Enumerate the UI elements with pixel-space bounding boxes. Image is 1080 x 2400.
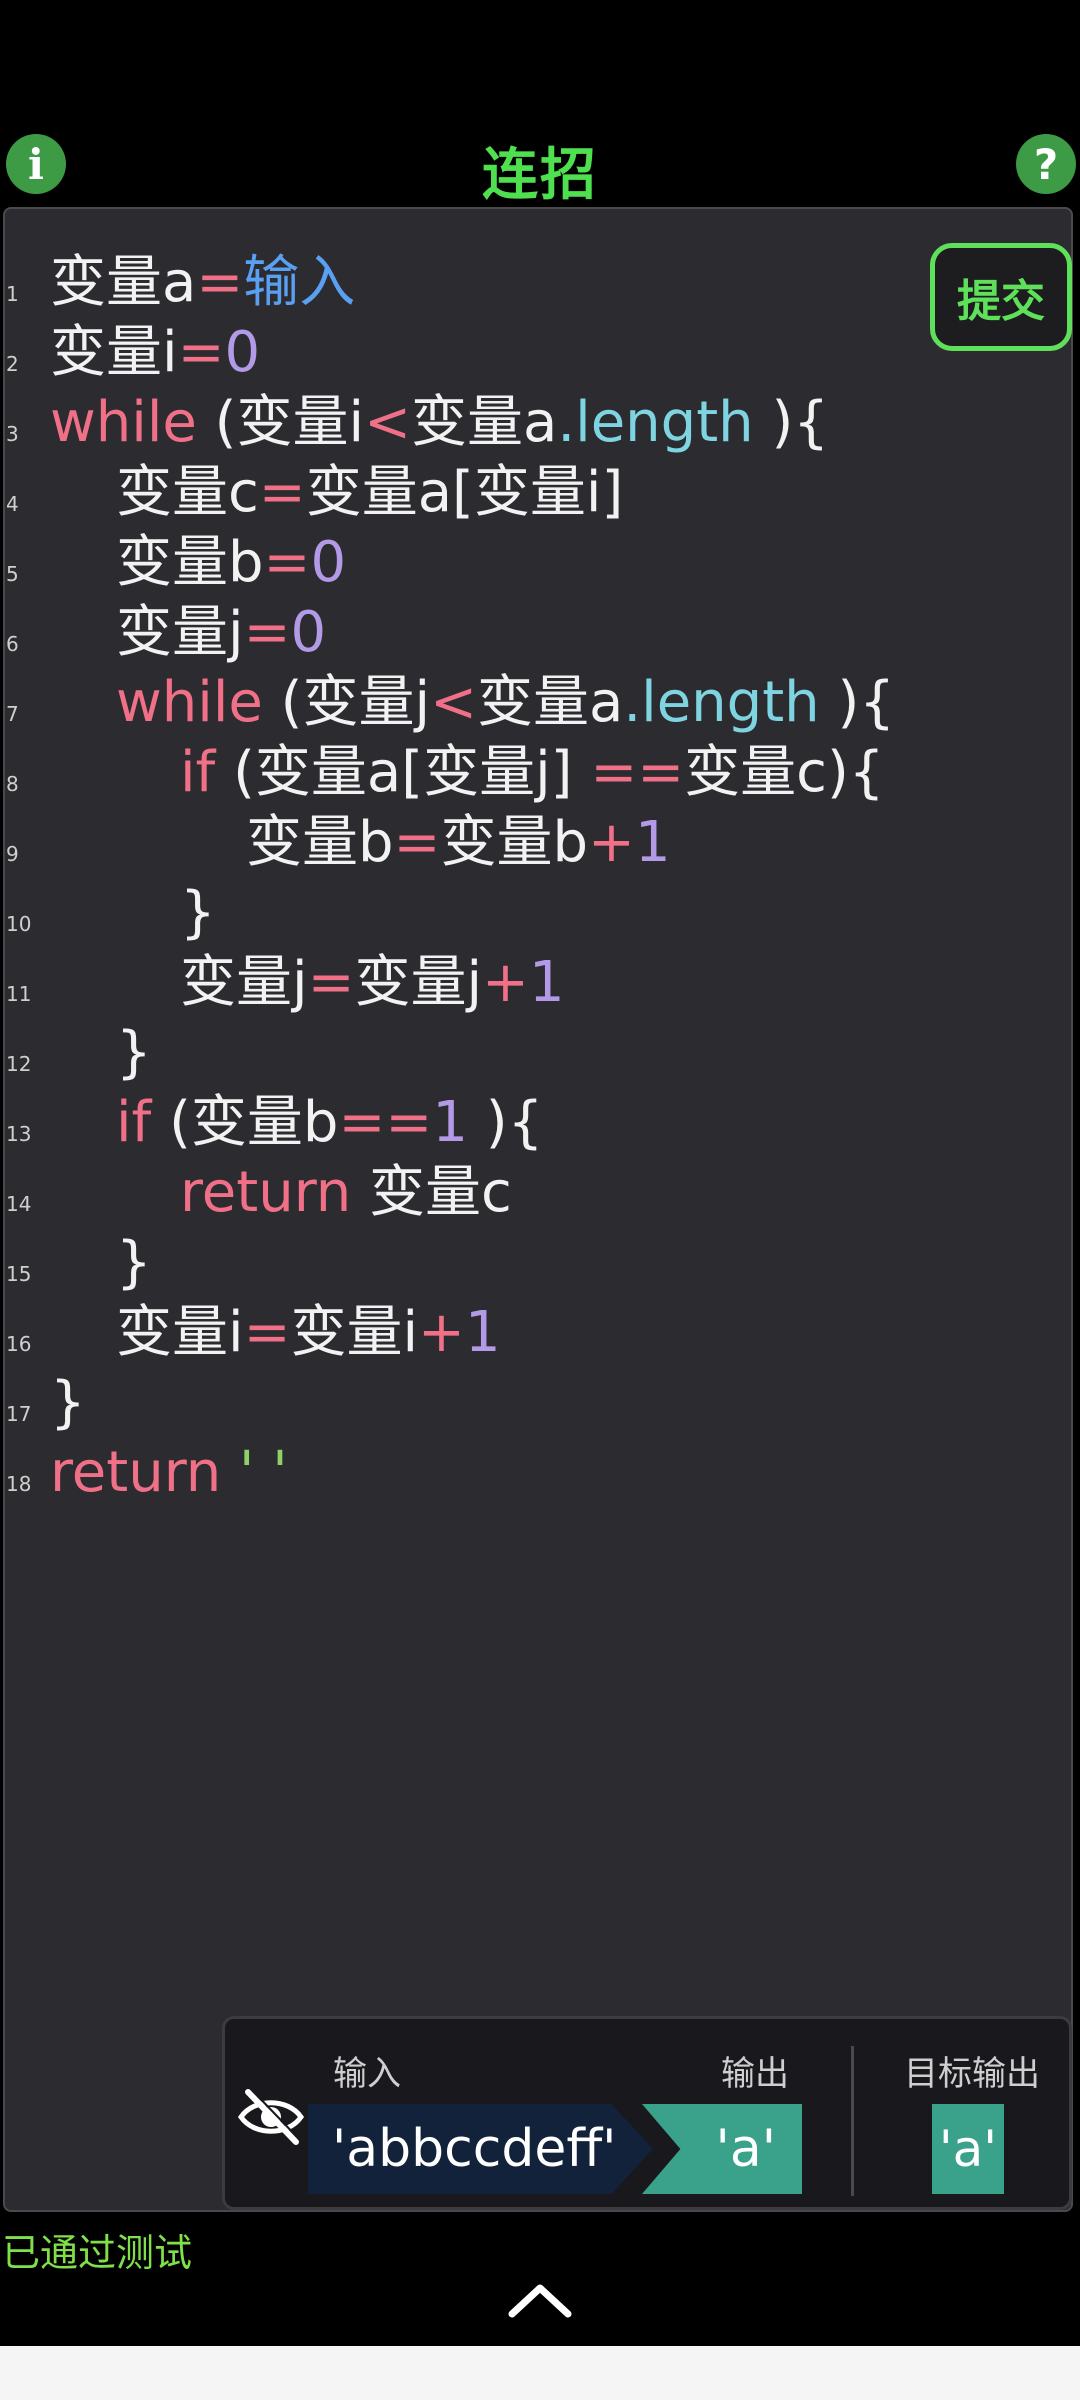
line-number: 4 [6,492,19,516]
code-text: } [50,1370,86,1435]
code-line[interactable]: 7 while (变量j<变量a.length ){ [0,668,900,738]
code-line[interactable]: 13 if (变量b==1 ){ [0,1088,900,1158]
code-line[interactable]: 17 } [0,1368,900,1438]
code-line[interactable]: 10 } [0,878,900,948]
submit-button[interactable]: 提交 [930,243,1072,351]
code-text: 变量b=变量b+1 [246,810,671,875]
code-text: 变量j=变量j+1 [180,950,565,1015]
line-number: 12 [6,1052,32,1076]
line-number: 15 [6,1262,32,1286]
status-text: 已通过测试 [2,2231,193,2275]
code-text: } [116,1230,152,1295]
code-text: 变量j=0 [116,600,327,665]
line-number: 3 [6,422,19,446]
code-text: if (变量b==1 ){ [116,1090,544,1155]
code-line[interactable]: 16 变量i=变量i+1 [0,1298,900,1368]
line-number: 9 [6,842,19,866]
line-number: 18 [6,1472,32,1496]
line-number: 14 [6,1192,32,1216]
system-nav-bar [0,2346,1080,2400]
code-text: } [116,1020,152,1085]
eye-off-icon[interactable] [236,2082,306,2152]
code-text: 变量i=0 [50,320,261,385]
target-output-chip: 'a' [932,2104,1004,2194]
line-number: 2 [6,352,19,376]
page-title: 连招 [482,143,598,208]
target-output-label: 目标输出 [904,2054,1040,2094]
line-number: 11 [6,982,32,1006]
code-line[interactable]: 9 变量b=变量b+1 [0,808,900,878]
code-text: return ' ' [50,1440,288,1505]
help-icon[interactable]: ? [1016,134,1076,194]
line-number: 1 [6,282,19,306]
top-bar: i 连招 ? [0,118,1080,208]
code-line[interactable]: 3 while (变量i<变量a.length ){ [0,388,900,458]
code-line[interactable]: 11 变量j=变量j+1 [0,948,900,1018]
code-line[interactable]: 15 } [0,1228,900,1298]
code-line[interactable]: 6 变量j=0 [0,598,900,668]
output-label: 输出 [721,2054,789,2094]
line-number: 7 [6,702,19,726]
code-text: return 变量c [180,1160,512,1225]
code-text: } [180,880,216,945]
code-line[interactable]: 18 return ' ' [0,1438,900,1508]
code-line[interactable]: 4 变量c=变量a[变量i] [0,458,900,528]
code-line[interactable]: 8 if (变量a[变量j] ==变量c){ [0,738,900,808]
io-divider [851,2046,854,2196]
chevron-up-icon[interactable] [506,2280,574,2320]
code-text: 变量b=0 [116,530,347,595]
line-number: 5 [6,562,19,586]
input-value-chip: 'abbccdeff' [308,2104,653,2194]
code-line[interactable]: 12 } [0,1018,900,1088]
code-text: if (变量a[变量j] ==变量c){ [180,740,885,805]
code-text: while (变量i<变量a.length ){ [50,390,829,455]
code-text: while (变量j<变量a.length ){ [116,670,895,735]
code-line[interactable]: 14 return 变量c [0,1158,900,1228]
line-number: 17 [6,1402,32,1426]
code-line[interactable]: 1 变量a=输入 [0,248,900,318]
line-number: 8 [6,772,19,796]
input-label: 输入 [333,2054,401,2094]
code-text: 变量a=输入 [50,250,356,315]
code-line[interactable]: 5 变量b=0 [0,528,900,598]
line-number: 6 [6,632,19,656]
line-number: 10 [6,912,32,936]
code-text: 变量i=变量i+1 [116,1300,501,1365]
line-number: 16 [6,1332,32,1356]
code-line[interactable]: 2 变量i=0 [0,318,900,388]
code-text: 变量c=变量a[变量i] [116,460,624,525]
line-number: 13 [6,1122,32,1146]
